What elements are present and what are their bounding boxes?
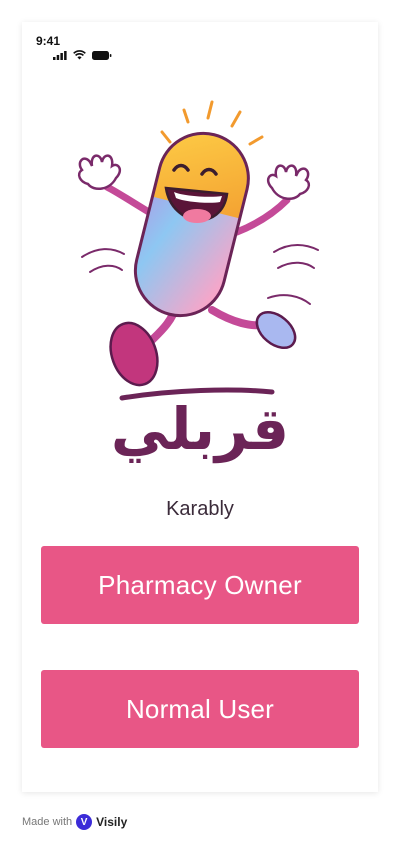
- status-time: 9:41: [36, 34, 61, 48]
- cellular-signal-icon: [53, 50, 67, 60]
- visily-brand-text: Visily: [96, 815, 128, 829]
- logo-arabic: قربلي: [110, 395, 290, 463]
- pharmacy-owner-button[interactable]: Pharmacy Owner: [41, 546, 359, 624]
- pharmacy-owner-label: Pharmacy Owner: [98, 569, 302, 600]
- made-with-visily-footer[interactable]: Made with V Visily: [22, 814, 127, 830]
- normal-user-button[interactable]: Normal User: [41, 670, 359, 748]
- status-bar: 9:41: [36, 34, 156, 64]
- status-icons: [53, 50, 112, 60]
- logo-latin: Karably: [166, 498, 234, 520]
- wifi-icon: [73, 50, 86, 60]
- screen: 9:41 قربلي Karably Pharmacy Owner Normal…: [0, 0, 400, 851]
- happy-capsule-mascot-icon: [77, 100, 319, 401]
- battery-icon: [92, 50, 112, 60]
- phone-frame: 9:41 قربلي Karably Pharmacy Owner Normal…: [22, 22, 378, 792]
- normal-user-label: Normal User: [125, 693, 275, 724]
- made-with-text: Made with: [22, 816, 73, 828]
- visily-logo-icon: V: [76, 814, 93, 830]
